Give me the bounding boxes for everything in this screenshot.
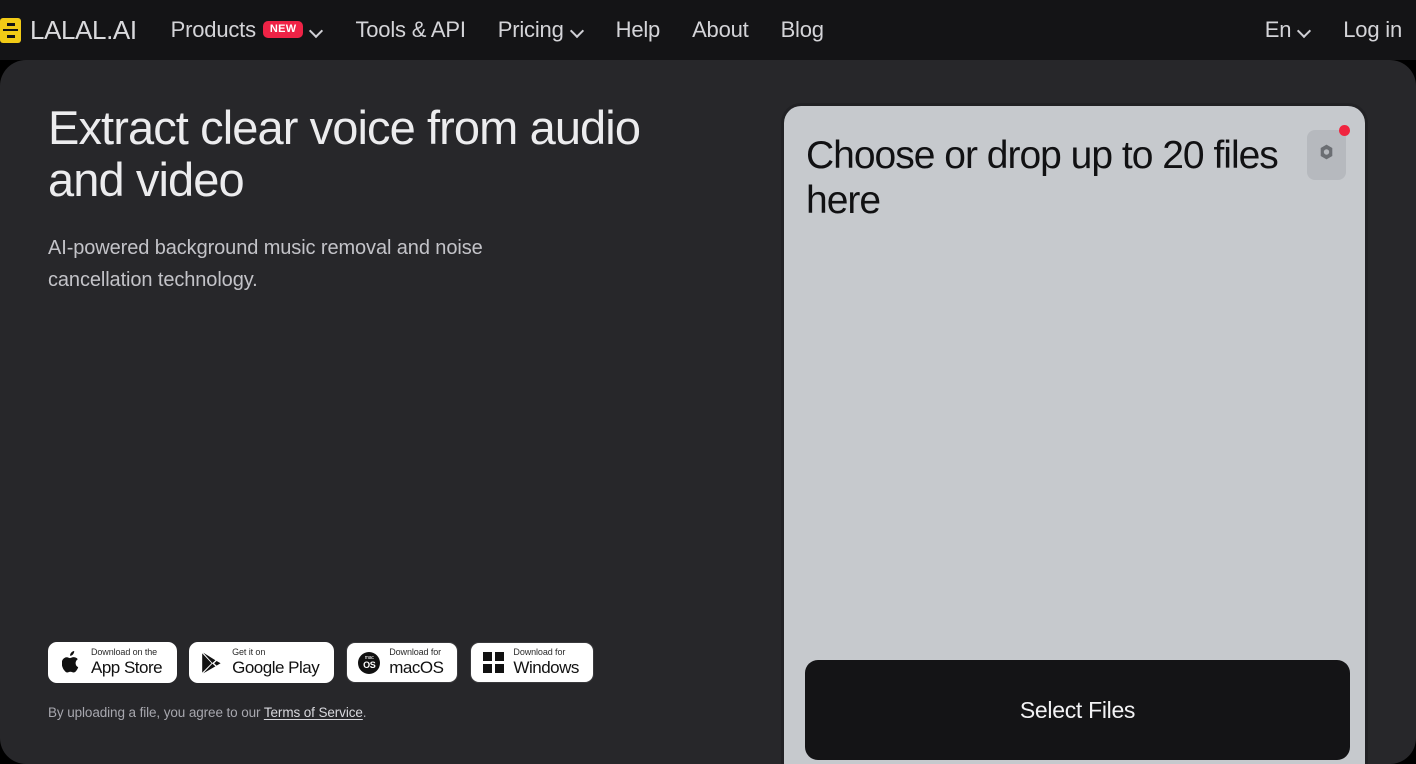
settings-notification-dot [1339,125,1350,136]
page-title: Extract clear voice from audio and video [48,101,641,207]
google-play-icon [201,651,223,675]
brand-logo-link[interactable]: LALAL.AI [0,17,137,43]
upload-settings-button[interactable] [1307,125,1350,180]
windows-icon [482,651,504,675]
login-link[interactable]: Log in [1327,11,1416,49]
google-play-badge-small: Get it on [232,647,266,658]
nav-item-blog[interactable]: Blog [765,11,840,49]
apple-icon [60,651,82,675]
nav-item-about[interactable]: About [676,11,765,49]
file-drop-zone[interactable]: Choose or drop up to 20 files here Selec… [784,106,1365,764]
app-store-badge-small: Download on the [91,647,158,658]
nav-item-products[interactable]: Products NEW [159,11,340,49]
windows-badge-label: Windows [513,658,579,678]
store-badge-group: Download on the App Store Get it on Goog… [48,642,594,683]
secondary-nav-links: En Log in [1253,11,1416,49]
chevron-down-icon [310,25,323,38]
terms-of-service-link[interactable]: Terms of Service [264,705,363,720]
google-play-badge-label: Google Play [232,658,320,678]
nav-item-pricing[interactable]: Pricing [482,11,600,49]
nav-products-new-badge: NEW [262,20,304,38]
terms-notice-prefix: By uploading a file, you agree to our [48,705,264,720]
page-subtitle: AI-powered background music removal and … [48,237,483,291]
nav-item-pricing-label: Pricing [497,17,564,42]
lalal-logo-icon [0,17,21,43]
nav-item-tools-api[interactable]: Tools & API [339,11,481,49]
nav-item-about-label: About [692,17,749,42]
nav-item-help-label: Help [615,17,661,42]
windows-badge[interactable]: Download for Windows [470,642,594,683]
macos-badge-small: Download for [389,647,442,658]
chevron-down-icon [571,25,584,38]
app-store-badge-label: App Store [91,658,163,678]
gear-icon [1318,144,1335,166]
upload-panel-frame: Choose or drop up to 20 files here Selec… [781,103,1368,764]
nav-item-tools-api-label: Tools & API [355,17,466,42]
macos-icon: mac OS [358,651,381,675]
brand-name: LALAL.AI [30,15,137,45]
windows-badge-small: Download for [513,647,566,658]
nav-item-products-label: Products [170,17,256,42]
hero-column: Extract clear voice from audio and video… [48,60,738,764]
nav-item-help[interactable]: Help [600,11,676,49]
primary-nav-links: Products NEW Tools & API Pricing Help Ab… [159,11,840,49]
login-link-label: Log in [1343,17,1402,42]
language-selector[interactable]: En [1253,11,1328,49]
chevron-down-icon [1298,25,1311,38]
drop-zone-title: Choose or drop up to 20 files here [806,134,1279,223]
terms-notice: By uploading a file, you agree to our Te… [48,705,367,720]
terms-notice-suffix: . [362,705,367,720]
nav-item-blog-label: Blog [780,17,824,42]
language-selector-label: En [1264,17,1292,42]
google-play-badge[interactable]: Get it on Google Play [189,642,335,683]
main-content-stage: Extract clear voice from audio and video… [0,60,1416,764]
top-navigation-bar: LALAL.AI Products NEW Tools & API Pricin… [0,0,1416,60]
app-store-badge[interactable]: Download on the App Store [48,642,178,683]
select-files-button[interactable]: Select Files [805,660,1350,760]
macos-badge[interactable]: mac OS Download for macOS [346,642,459,683]
macos-badge-label: macOS [389,658,444,678]
